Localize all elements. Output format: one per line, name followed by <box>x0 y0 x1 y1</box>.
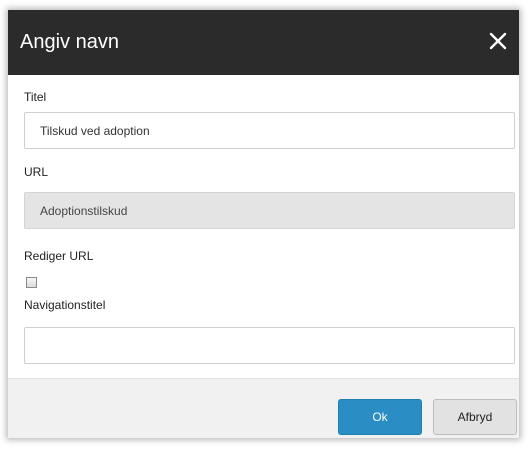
close-icon[interactable] <box>485 28 511 54</box>
ok-button[interactable]: Ok <box>338 399 422 435</box>
dialog-body: Titel URL Rediger URL Navigationstitel <box>8 75 519 378</box>
url-input[interactable] <box>24 192 515 229</box>
url-label: URL <box>24 165 49 179</box>
dialog-titlebar: Angiv navn <box>8 10 519 75</box>
name-dialog: Angiv navn Titel URL Rediger URL Navigat… <box>8 10 519 438</box>
edit-url-label: Rediger URL <box>24 249 94 263</box>
dialog-footer: Ok Afbryd <box>8 378 519 438</box>
dialog-title: Angiv navn <box>20 31 119 53</box>
edit-url-checkbox[interactable] <box>26 277 37 288</box>
navigation-title-input[interactable] <box>24 327 515 364</box>
navigation-title-label: Navigationstitel <box>24 298 106 312</box>
title-input[interactable] <box>24 112 515 149</box>
title-label: Titel <box>24 90 47 104</box>
cancel-button[interactable]: Afbryd <box>433 399 517 435</box>
